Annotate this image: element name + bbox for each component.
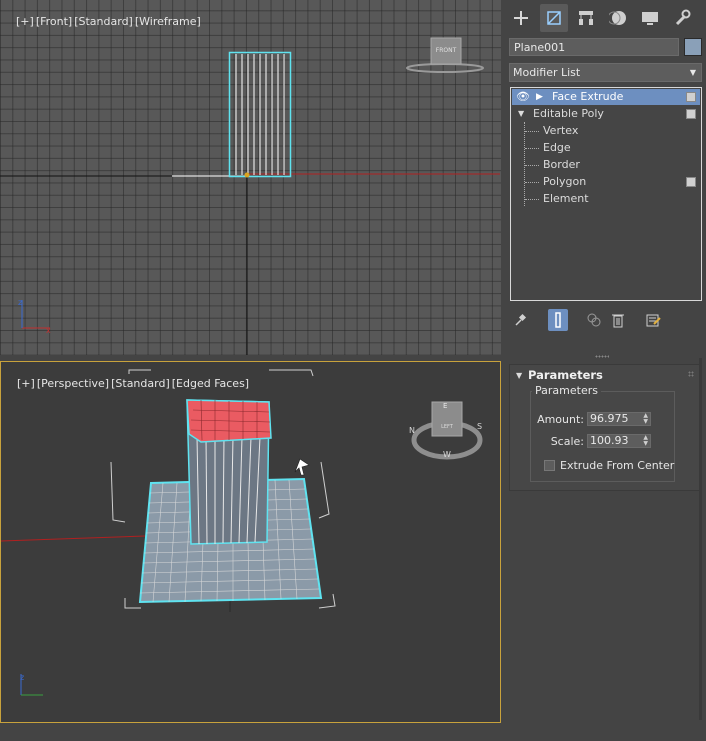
perspective-viewport[interactable]: z [+] [Perspective] [Standard] [Edged Faces… bbox=[0, 361, 501, 723]
remove-modifier-button[interactable] bbox=[608, 309, 628, 331]
group-title: Parameters bbox=[532, 384, 601, 397]
tree-branch-icon bbox=[525, 148, 539, 149]
viewcube-front-face-label: FRONT bbox=[435, 47, 457, 54]
svg-text:x: x bbox=[46, 326, 51, 335]
viewport-menu-plus[interactable]: [+] bbox=[16, 15, 34, 28]
subobject-label: Edge bbox=[543, 141, 571, 154]
pin-stack-button[interactable] bbox=[511, 309, 531, 331]
stack-item-editable-poly[interactable]: ▼ Editable Poly bbox=[512, 106, 700, 122]
modify-icon bbox=[547, 11, 561, 25]
perspective-viewcube[interactable]: LEFT N S W E bbox=[409, 396, 489, 464]
extrude-from-center-label[interactable]: Extrude From Center bbox=[560, 459, 674, 472]
subobject-edge[interactable]: Edge bbox=[512, 140, 700, 156]
subobject-label: Vertex bbox=[543, 124, 579, 137]
chevron-down-icon: ▼ bbox=[689, 68, 696, 77]
subobject-active-checkbox[interactable] bbox=[686, 177, 696, 187]
viewport-shading-menu[interactable]: [Edged Faces] bbox=[172, 377, 249, 390]
create-tab[interactable] bbox=[507, 4, 535, 32]
compass-east-label: E bbox=[443, 402, 448, 410]
subobject-vertex[interactable]: Vertex bbox=[512, 123, 700, 139]
viewcube-left-face-label: LEFT bbox=[441, 424, 453, 430]
stack-item-label: Editable Poly bbox=[533, 107, 604, 120]
display-tab[interactable] bbox=[636, 4, 664, 32]
eye-icon[interactable]: 👁 bbox=[516, 89, 530, 105]
configure-modifier-sets-button[interactable] bbox=[643, 309, 663, 331]
configure-modifier-sets-icon bbox=[646, 314, 661, 327]
tree-branch-icon bbox=[525, 165, 539, 166]
hierarchy-tab[interactable] bbox=[572, 4, 600, 32]
triangle-down-icon[interactable]: ▼ bbox=[518, 106, 524, 122]
subobject-label: Border bbox=[543, 158, 580, 171]
amount-spinner[interactable]: 96.975 ▲ ▼ bbox=[587, 412, 651, 426]
pin-stack-icon bbox=[515, 313, 527, 326]
utilities-icon bbox=[675, 9, 691, 26]
stack-tools bbox=[511, 309, 701, 331]
scale-spinner[interactable]: 100.93 ▲ ▼ bbox=[587, 434, 651, 448]
motion-tab[interactable] bbox=[604, 4, 632, 32]
extrude-from-center-checkbox[interactable] bbox=[544, 460, 555, 471]
scale-value: 100.93 bbox=[590, 434, 629, 447]
triangle-down-icon[interactable]: ▼ bbox=[516, 371, 522, 380]
tree-branch-icon bbox=[525, 131, 539, 132]
viewport-shading-menu[interactable]: [Wireframe] bbox=[135, 15, 201, 28]
perspective-viewport-label[interactable]: [+] [Perspective] [Standard] [Edged Faces] bbox=[3, 364, 251, 403]
parameters-rollout: ▼ Parameters Parameters Amount: 96.975 ▲… bbox=[509, 364, 701, 491]
modifier-stack[interactable]: 👁 ▶ Face Extrude ▼ Editable Poly Vertex … bbox=[510, 87, 702, 301]
show-end-result-icon bbox=[555, 312, 561, 328]
modify-tab[interactable] bbox=[540, 4, 568, 32]
create-icon bbox=[514, 11, 528, 25]
viewport-point-of-view-menu[interactable]: [Perspective] bbox=[37, 377, 109, 390]
compass-north-label: N bbox=[409, 426, 415, 435]
front-viewport-label[interactable]: [+] [Front] [Standard] [Wireframe] bbox=[2, 2, 203, 41]
command-panel-tabs bbox=[503, 4, 706, 32]
rollout-grip-icon[interactable] bbox=[688, 371, 694, 377]
rollout-title[interactable]: Parameters bbox=[528, 368, 603, 382]
modifier-list-label: Modifier List bbox=[513, 66, 581, 79]
viewport-standard-menu[interactable]: [Standard] bbox=[111, 377, 170, 390]
amount-label: Amount: bbox=[537, 413, 584, 426]
command-panel: Plane001 Modifier List ▼ 👁 ▶ Face Extrud… bbox=[503, 0, 706, 741]
command-panel-scrollbar[interactable] bbox=[699, 358, 702, 720]
viewport-point-of-view-menu[interactable]: [Front] bbox=[36, 15, 72, 28]
utilities-tab[interactable] bbox=[668, 4, 696, 32]
display-icon bbox=[642, 12, 658, 25]
triangle-right-icon[interactable]: ▶ bbox=[536, 89, 543, 105]
svg-text:z: z bbox=[20, 673, 24, 682]
svg-text:z: z bbox=[18, 298, 22, 307]
modifier-toggle-checkbox[interactable] bbox=[686, 92, 696, 102]
subobject-polygon[interactable]: Polygon bbox=[512, 174, 700, 190]
object-color-swatch[interactable] bbox=[684, 38, 702, 56]
modifier-toggle-checkbox[interactable] bbox=[686, 109, 696, 119]
front-viewport[interactable]: z x [+] [Front] [Standard] [Wireframe] FRON… bbox=[0, 0, 501, 355]
tree-branch-icon bbox=[525, 199, 539, 200]
spinner-arrows-icon[interactable]: ▲ ▼ bbox=[643, 435, 648, 447]
subobject-element[interactable]: Element bbox=[512, 191, 700, 207]
modifier-list-dropdown[interactable]: Modifier List ▼ bbox=[509, 63, 702, 82]
subobject-label: Polygon bbox=[543, 175, 587, 188]
make-unique-button[interactable] bbox=[584, 309, 604, 331]
make-unique-icon bbox=[587, 313, 601, 327]
subobject-label: Element bbox=[543, 192, 589, 205]
subobject-border[interactable]: Border bbox=[512, 157, 700, 173]
spinner-arrows-icon[interactable]: ▲ ▼ bbox=[643, 413, 648, 425]
compass-south-label: S bbox=[477, 422, 483, 431]
motion-icon bbox=[609, 11, 626, 25]
remove-modifier-icon bbox=[612, 314, 624, 328]
scale-label: Scale: bbox=[550, 435, 584, 448]
stack-item-label: Face Extrude bbox=[552, 90, 624, 103]
show-end-result-button[interactable] bbox=[548, 309, 568, 331]
stack-item-face-extrude[interactable]: 👁 ▶ Face Extrude bbox=[512, 89, 700, 105]
viewport-menu-plus[interactable]: [+] bbox=[17, 377, 35, 390]
tree-branch-icon bbox=[525, 182, 539, 183]
hierarchy-icon bbox=[579, 11, 593, 25]
viewport-standard-menu[interactable]: [Standard] bbox=[74, 15, 133, 28]
panel-resize-grip[interactable] bbox=[595, 355, 609, 358]
front-viewcube[interactable]: FRONT bbox=[405, 36, 485, 76]
compass-west-label: W bbox=[443, 450, 451, 459]
object-name-field[interactable]: Plane001 bbox=[509, 38, 679, 56]
amount-value: 96.975 bbox=[590, 412, 629, 425]
